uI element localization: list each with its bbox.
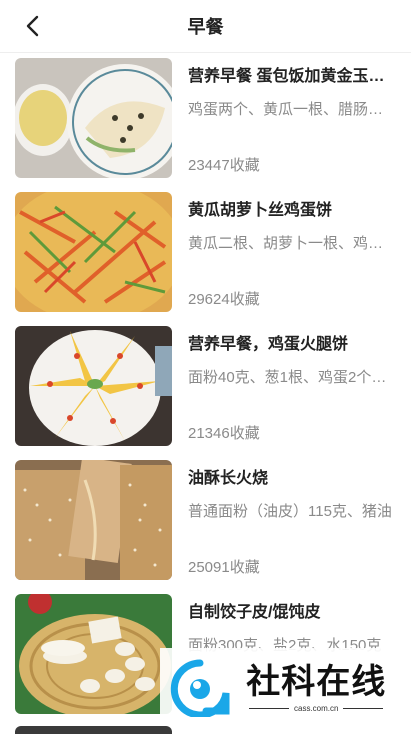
watermark-text-group: 社科在线 cass.com.cn [244,662,388,713]
recipe-title: 自制饺子皮/馄饨皮 [188,604,321,621]
recipe-title: 营养早餐 蛋包饭加黄金玉米汁 [188,68,396,85]
recipe-thumbnail [15,192,172,312]
recipe-title: 油酥长火烧 [188,470,269,487]
recipe-thumbnail [15,726,172,734]
recipe-ingredients: 黄瓜二根、胡萝卜一根、鸡蛋两个 [188,235,396,252]
recipe-ingredients: 面粉40克、葱1根、鸡蛋2个、火腿 [188,369,396,386]
recipe-ingredients: 普通面粉（油皮）115克、猪油 [188,503,392,520]
watermark-text: 社科在线 [246,661,387,702]
recipe-title: 黄瓜胡萝卜丝鸡蛋饼 [188,202,333,219]
watermark: 社科在线 cass.com.cn [160,648,400,726]
favorites-count: 29624收藏 [188,291,260,308]
chevron-left-icon [26,15,39,37]
recipe-thumbnail [15,58,172,178]
favorites-count: 21346收藏 [188,425,260,442]
favorites-count: 23447收藏 [188,157,260,174]
recipe-title: 营养早餐，鸡蛋火腿饼 [188,336,349,353]
page-title: 早餐 [187,17,224,37]
favorites-count: 25091收藏 [188,559,260,576]
watermark-domain-row: cass.com.cn [244,704,388,713]
top-bar: 早餐 [0,0,411,53]
recipe-item[interactable]: 营养早餐 蛋包饭加黄金玉米汁 鸡蛋两个、黄瓜一根、腊肠一根 23447收藏 [0,52,411,186]
back-button[interactable] [20,13,46,39]
recipe-item[interactable]: 黄瓜胡萝卜丝鸡蛋饼 黄瓜二根、胡萝卜一根、鸡蛋两个 29624收藏 [0,186,411,320]
recipe-thumbnail [15,460,172,580]
recipe-thumbnail [15,326,172,446]
logo-icon [170,659,230,717]
recipe-thumbnail [15,594,172,714]
recipe-item[interactable]: 营养早餐，鸡蛋火腿饼 面粉40克、葱1根、鸡蛋2个、火腿 21346收藏 [0,320,411,454]
recipe-item[interactable]: 油酥长火烧 普通面粉（油皮）115克、猪油 25091收藏 [0,454,411,588]
watermark-domain: cass.com.cn [294,703,339,713]
recipe-ingredients: 鸡蛋两个、黄瓜一根、腊肠一根 [188,101,396,118]
